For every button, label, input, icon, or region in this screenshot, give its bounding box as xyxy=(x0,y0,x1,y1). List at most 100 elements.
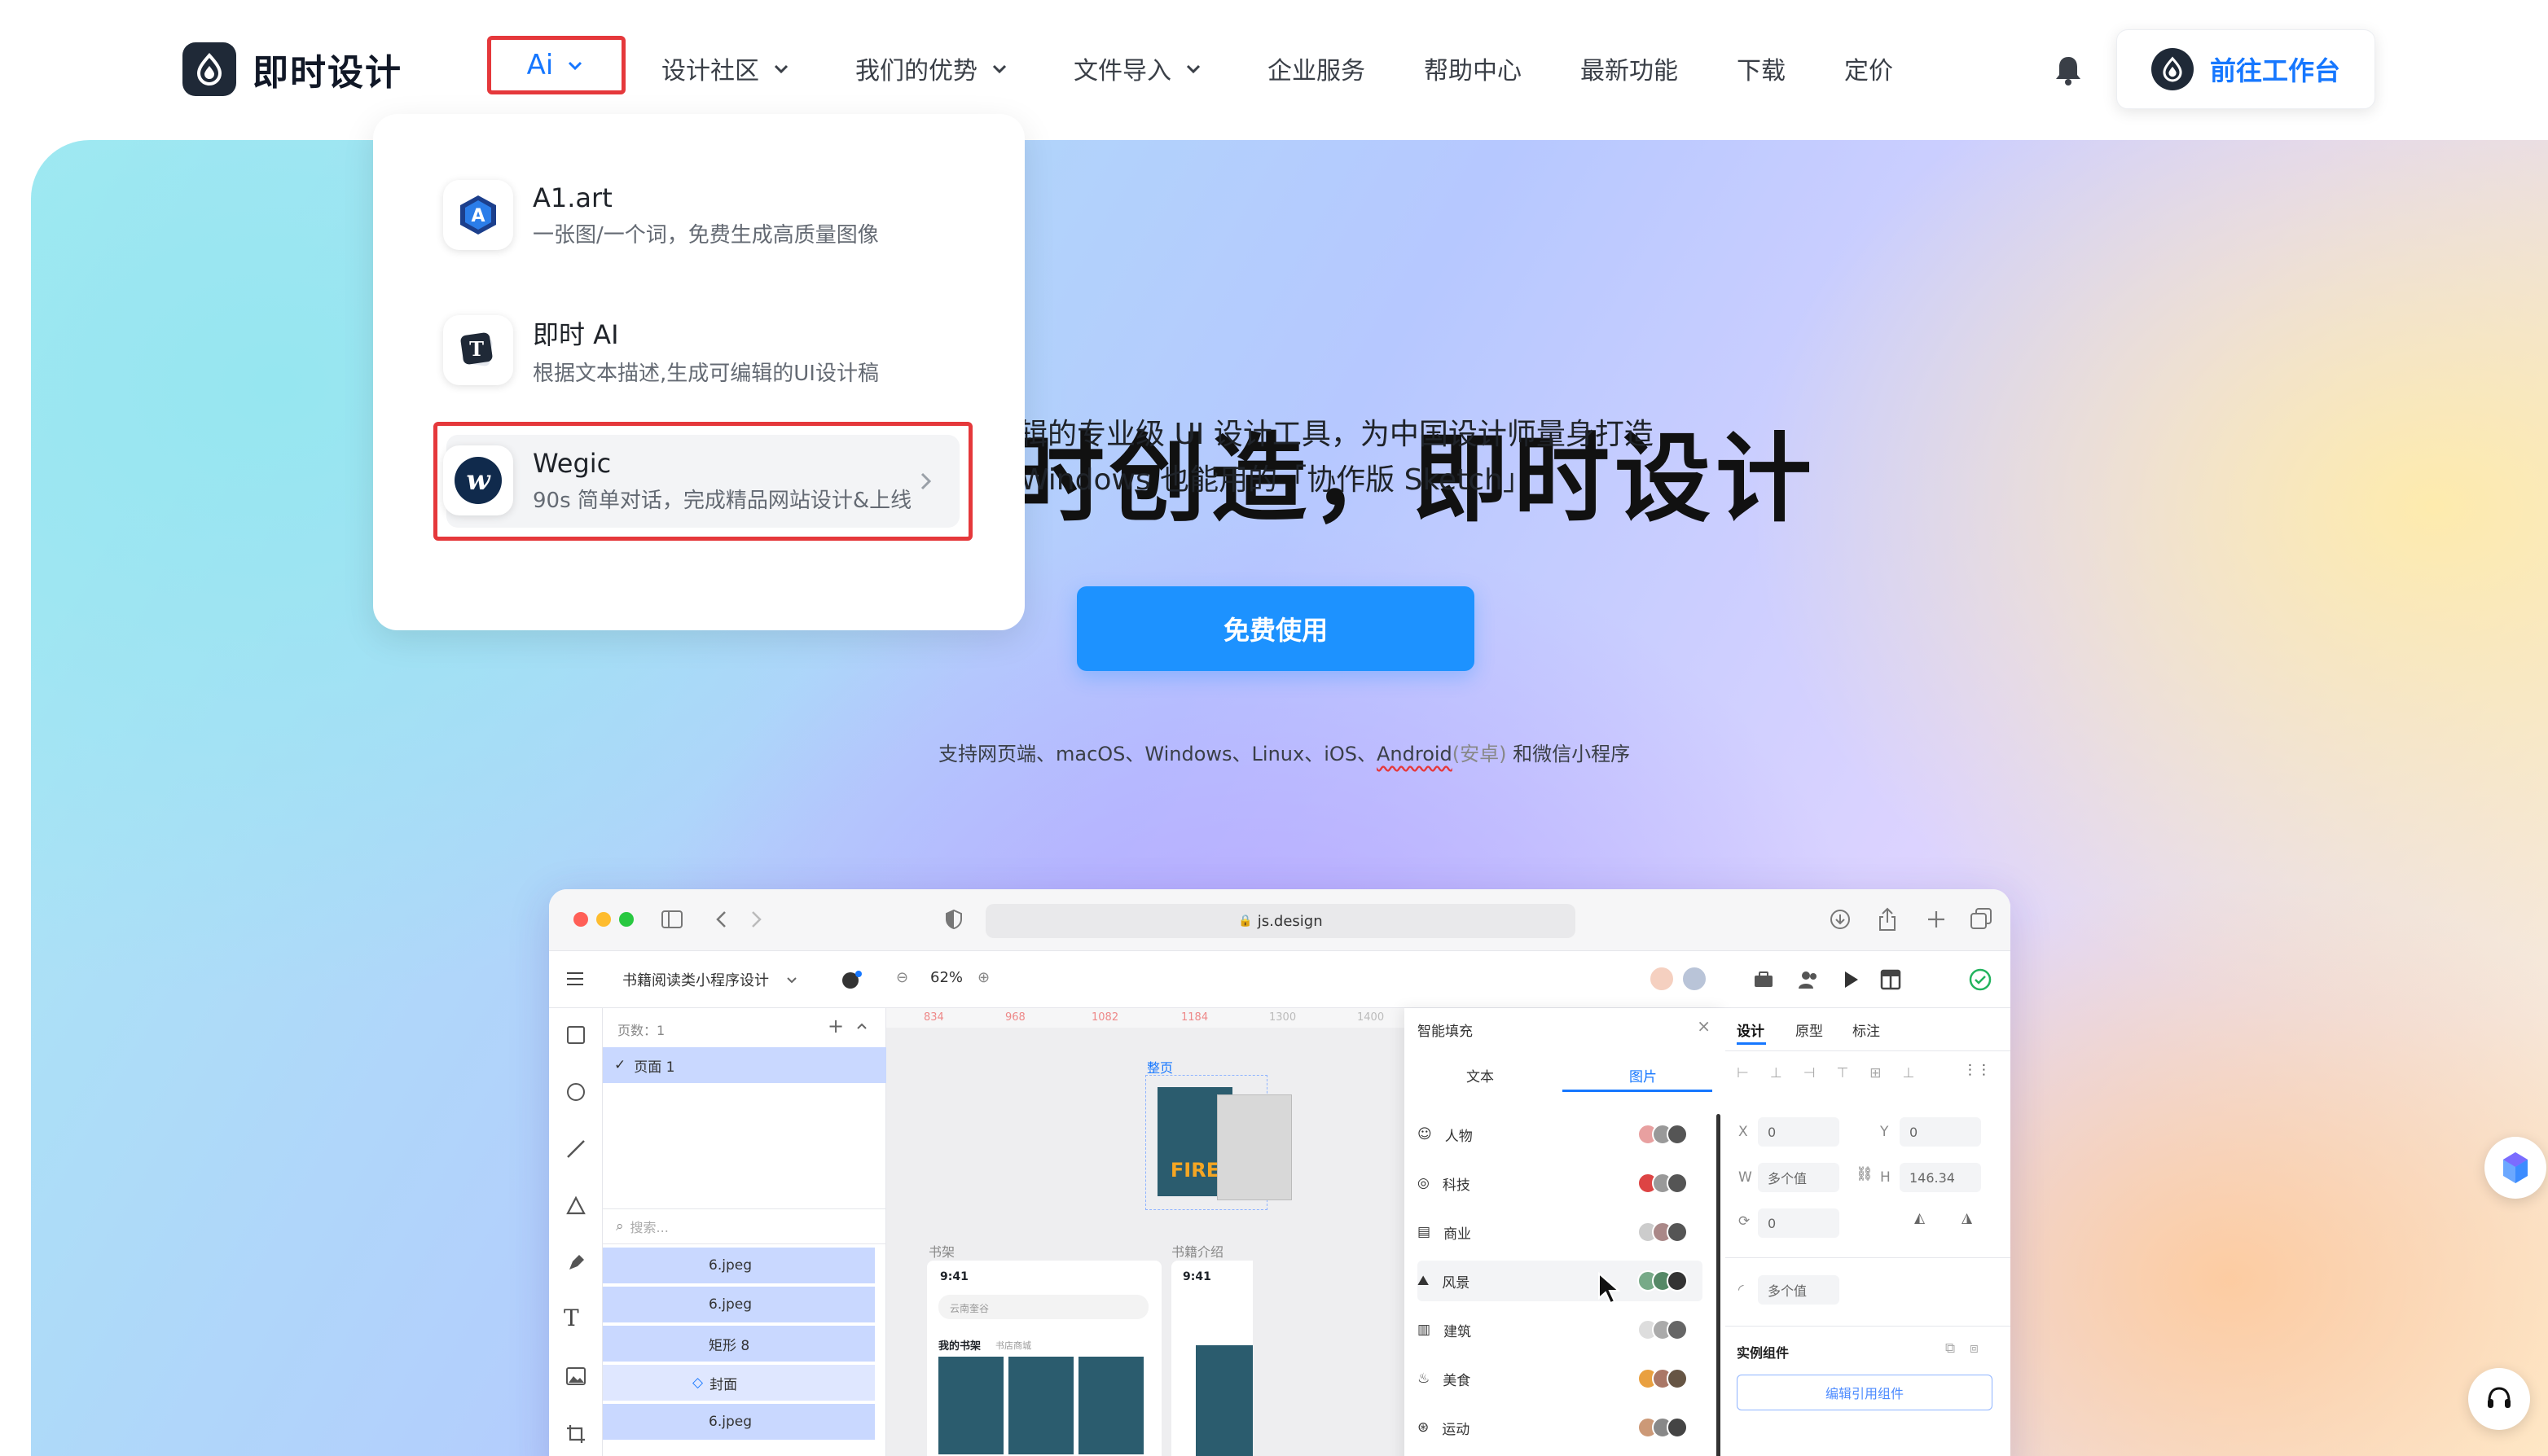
book-thumb xyxy=(938,1357,1004,1454)
file-name[interactable]: 书籍阅读类小程序设计 xyxy=(622,969,769,990)
layer-row[interactable]: 6.jpeg xyxy=(603,1248,875,1283)
tab-text[interactable]: 文本 xyxy=(1466,1065,1494,1085)
line-tool-icon[interactable] xyxy=(565,1138,586,1160)
cursor-icon xyxy=(1598,1272,1621,1305)
hero-subtitle-1: 辑的专业级 UI 设计工具，为中国设计师量身打造 xyxy=(1018,418,1654,451)
dropdown-item-jishi-ai[interactable]: T 即时 AI 根据文本描述,生成可编辑的UI设计稿 xyxy=(443,301,956,399)
ruler-mark: 968 xyxy=(1005,1011,1026,1024)
bell-icon[interactable] xyxy=(2053,54,2084,86)
zoom-out-icon[interactable]: ⊖ xyxy=(896,969,908,986)
nav-pricing[interactable]: 定价 xyxy=(1844,50,1893,86)
detach-icon[interactable]: ⧉ xyxy=(1945,1340,1955,1357)
ellipse-tool-icon[interactable] xyxy=(567,1083,585,1101)
go-to-workbench-button[interactable]: 前往工作台 xyxy=(2116,29,2375,109)
free-use-button[interactable]: 免费使用 xyxy=(1077,586,1474,671)
rotation-icon: ⟳ xyxy=(1738,1213,1751,1230)
scrollbar[interactable] xyxy=(1716,1114,1720,1456)
status-time: 9:41 xyxy=(940,1270,969,1283)
svg-text:A: A xyxy=(471,206,485,226)
close-dot-icon xyxy=(573,912,588,927)
align-middle-icon[interactable]: ⊞ xyxy=(1869,1065,1881,1085)
w-label: W xyxy=(1738,1169,1752,1186)
edit-component-button[interactable]: 编辑引用组件 xyxy=(1737,1375,1992,1410)
goto-main-icon[interactable]: ⧈ xyxy=(1970,1340,1979,1357)
tab-prototype[interactable]: 原型 xyxy=(1795,1020,1823,1040)
fill-preview xyxy=(1637,1124,1688,1145)
constrain-proportions-icon[interactable]: ⛓ xyxy=(1856,1166,1874,1182)
minimize-dot-icon xyxy=(596,912,611,927)
frame-tool-icon[interactable] xyxy=(567,1026,585,1044)
nav-design-community[interactable]: 设计社区 xyxy=(661,50,792,86)
pen-tool-icon[interactable] xyxy=(565,1252,586,1274)
x-field[interactable]: 0 xyxy=(1758,1117,1839,1147)
zoom-in-icon[interactable]: ⊕ xyxy=(977,969,990,986)
customer-service-button[interactable] xyxy=(2468,1368,2530,1430)
fill-category-label: 人物 xyxy=(1444,1128,1473,1145)
tab-design[interactable]: 设计 xyxy=(1737,1020,1764,1040)
page-row[interactable]: ✓ 页面 1 xyxy=(603,1047,886,1083)
people-icon: ☺ xyxy=(1417,1126,1432,1142)
theme-icon xyxy=(842,971,862,989)
fill-category-sports[interactable]: ⊛ 运动 xyxy=(1417,1407,1702,1448)
grid-more-icon[interactable]: ⋮⋮ xyxy=(1963,1062,1991,1078)
nav-our-advantages[interactable]: 我们的优势 xyxy=(855,50,1010,86)
corner-radius-field[interactable]: 多个值 xyxy=(1758,1275,1839,1305)
fill-category-tech[interactable]: ◎ 科技 xyxy=(1417,1163,1702,1204)
dropdown-item-a1art[interactable]: A A1.art 一张图/一个词，免费生成高质量图像 xyxy=(443,166,956,264)
align-center-icon[interactable]: ⊥ xyxy=(1770,1065,1782,1085)
ai-assistant-button[interactable] xyxy=(2484,1137,2546,1199)
align-left-icon[interactable]: ⊢ xyxy=(1737,1065,1749,1085)
flip-horizontal-icon[interactable]: ◭ xyxy=(1914,1210,1925,1226)
text-tool-icon[interactable]: T xyxy=(564,1305,579,1331)
fill-category-business[interactable]: ▤ 商业 xyxy=(1417,1212,1702,1252)
align-right-icon[interactable]: ⊣ xyxy=(1803,1065,1816,1085)
scenery-icon: ⛰ xyxy=(1417,1273,1430,1289)
check-icon: ✓ xyxy=(614,1057,626,1073)
align-toolbar[interactable]: ⊢ ⊥ ⊣ ⊤ ⊞ ⊥ xyxy=(1737,1065,1932,1085)
align-top-icon[interactable]: ⊤ xyxy=(1836,1065,1848,1085)
rotation-field[interactable]: 0 xyxy=(1758,1208,1839,1238)
y-label: Y xyxy=(1880,1124,1889,1140)
lock-icon: 🔒 xyxy=(1238,914,1253,928)
shield-icon xyxy=(946,909,962,930)
brand-logo-icon xyxy=(2150,48,2194,90)
shelf-label: 书架 xyxy=(929,1244,956,1260)
fill-category-people[interactable]: ☺ 人物 xyxy=(1417,1114,1702,1155)
brand[interactable]: 即时设计 xyxy=(182,42,402,96)
tab-annotation[interactable]: 标注 xyxy=(1852,1020,1880,1040)
nav-enterprise[interactable]: 企业服务 xyxy=(1267,50,1365,86)
add-page-icon[interactable]: + xyxy=(828,1015,844,1037)
nav-file-import[interactable]: 文件导入 xyxy=(1074,50,1204,86)
svg-text:T: T xyxy=(469,337,484,361)
nav-download[interactable]: 下载 xyxy=(1737,50,1786,86)
chevron-down-icon xyxy=(1186,64,1201,74)
layer-row[interactable]: 6.jpeg xyxy=(603,1287,875,1322)
platform-support-text: 支持网页端、macOS、Windows、Linux、iOS、Android(安卓… xyxy=(938,738,1630,766)
y-field[interactable]: 0 xyxy=(1900,1117,1981,1147)
fill-category-food[interactable]: ♨ 美食 xyxy=(1417,1358,1702,1399)
nav-new-features[interactable]: 最新功能 xyxy=(1580,50,1678,86)
fill-category-scenery[interactable]: ⛰ 风景 xyxy=(1417,1261,1702,1301)
layer-row[interactable]: 6.jpeg xyxy=(603,1404,875,1440)
height-field[interactable]: 146.34 xyxy=(1900,1163,1981,1192)
business-icon: ▤ xyxy=(1417,1224,1431,1240)
tab-image[interactable]: 图片 xyxy=(1629,1065,1657,1085)
flip-vertical-icon[interactable]: ◮ xyxy=(1962,1210,1972,1226)
width-field[interactable]: 多个值 xyxy=(1758,1163,1839,1192)
close-icon[interactable]: × xyxy=(1697,1016,1711,1036)
nav-help-center[interactable]: 帮助中心 xyxy=(1424,50,1522,86)
layer-search[interactable]: ⌕ 搜索... xyxy=(603,1208,886,1244)
shelf-search: 云南奎谷 xyxy=(938,1295,1149,1319)
chevron-up-icon[interactable] xyxy=(855,1021,868,1031)
fill-category-architecture[interactable]: ▥ 建筑 xyxy=(1417,1309,1702,1350)
crop-tool-icon[interactable] xyxy=(565,1423,586,1445)
building-icon: ▥ xyxy=(1417,1322,1431,1338)
image-tool-icon[interactable] xyxy=(565,1366,586,1386)
url-bar[interactable]: 🔒 js.design xyxy=(986,904,1575,938)
layer-row[interactable]: 矩形 8 xyxy=(603,1326,875,1362)
align-bottom-icon[interactable]: ⊥ xyxy=(1903,1065,1915,1085)
layer-search-placeholder: 搜索... xyxy=(630,1220,669,1235)
triangle-tool-icon[interactable] xyxy=(565,1195,586,1217)
nav-ai-menu[interactable]: Ai xyxy=(487,36,626,94)
layer-row[interactable]: ◇ 封面 xyxy=(603,1365,875,1401)
